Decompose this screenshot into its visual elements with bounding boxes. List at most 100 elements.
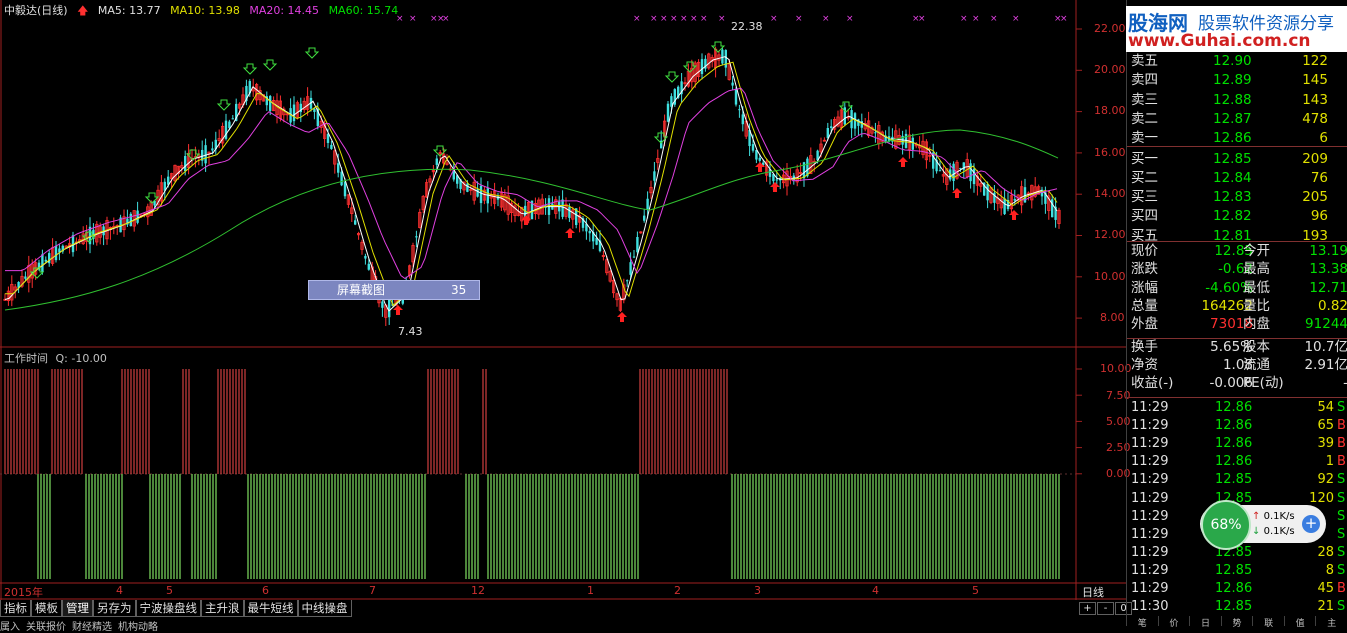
- tab-template[interactable]: 模板: [31, 600, 62, 617]
- tick-row: 11:29 12.86 1 B: [1127, 453, 1347, 471]
- price-axis-label: 14.00: [1094, 187, 1126, 200]
- tick-direction: S: [1337, 562, 1346, 578]
- candle-body: [269, 96, 272, 111]
- candle-body: [643, 215, 646, 221]
- candle-body: [959, 167, 962, 169]
- tick-time: 11:29: [1131, 472, 1169, 488]
- indicator-header: 工作时间 Q: -10.00: [4, 350, 107, 366]
- tab-short-line[interactable]: 最牛短线: [243, 600, 298, 617]
- tick-volume: 54: [1317, 400, 1334, 415]
- site-logo: 股海网 股票软件资源分享 www.Guhai.com.cn: [1126, 6, 1347, 52]
- tick-direction: S: [1337, 490, 1346, 506]
- tick-volume: 21: [1317, 599, 1334, 615]
- candle-body: [721, 49, 724, 64]
- tick-direction: B: [1337, 581, 1346, 596]
- indicator-tabs: 指标 模板 管理 另存为 宁波操盘线 主升浪 最牛短线 中线操盘: [0, 600, 352, 617]
- order-volume: 143: [1302, 91, 1328, 108]
- date-label: 1: [587, 584, 594, 597]
- zoom-out-button[interactable]: -: [1097, 602, 1114, 615]
- memory-percent[interactable]: 68%: [1201, 500, 1251, 550]
- candle-body: [758, 157, 761, 161]
- subtab-item[interactable]: 关联报价: [26, 618, 66, 633]
- tick-direction: S: [1337, 526, 1346, 542]
- indicator-title: 工作时间: [4, 352, 48, 365]
- arrow-up-icon: 🡅: [77, 4, 89, 17]
- tick-time: 11:29: [1131, 562, 1169, 578]
- order-level: 买二: [1131, 169, 1158, 186]
- order-volume: 96: [1310, 208, 1328, 225]
- candle-body: [632, 256, 636, 258]
- tick-time: 11:29: [1131, 508, 1169, 524]
- panel-footer-tab[interactable]: 联: [1253, 616, 1285, 629]
- subtab-item[interactable]: 财经精选: [72, 618, 112, 633]
- period-label[interactable]: 日线: [1082, 584, 1104, 600]
- tick-volume: 92: [1317, 472, 1334, 488]
- quote-row: 净资 1.08 流通 2.91亿: [1127, 356, 1347, 375]
- quote-row: 外盘 73018 内盘 91244: [1127, 315, 1347, 334]
- panel-footer-tab[interactable]: 值: [1285, 616, 1317, 629]
- zoom-in-button[interactable]: +: [1079, 602, 1096, 615]
- candle-body: [54, 245, 58, 261]
- candle-body: [24, 276, 27, 279]
- date-label: 3: [754, 584, 761, 597]
- quote-label: 最低: [1243, 279, 1270, 296]
- tick-price: 12.86: [1215, 400, 1253, 415]
- screenshot-overlay[interactable]: 屏幕截图 35: [308, 280, 480, 300]
- candle-body: [476, 189, 479, 197]
- panel-footer-tab[interactable]: 日: [1190, 616, 1222, 629]
- plus-icon[interactable]: +: [1302, 515, 1320, 533]
- tick-time: 11:29: [1131, 418, 1169, 434]
- tick-direction: S: [1337, 599, 1346, 615]
- order-price: 12.82: [1213, 208, 1252, 225]
- signal-marker: ×: [690, 14, 698, 24]
- panel-footer-tab[interactable]: 主: [1316, 616, 1347, 629]
- download-speed: ↓ 0.1K/s: [1252, 526, 1295, 537]
- order-price: 12.83: [1213, 189, 1252, 206]
- subtab-item[interactable]: 属入: [0, 618, 20, 633]
- overlay-label: 屏幕截图: [337, 283, 386, 297]
- order-price: 12.89: [1213, 72, 1252, 89]
- stock-title: 中毅达(日线): [4, 4, 68, 17]
- quote-label: 流通: [1243, 356, 1270, 373]
- panel-footer-tab[interactable]: 笔: [1127, 616, 1159, 629]
- candle-body: [211, 148, 214, 151]
- candle-body: [734, 88, 738, 105]
- signal-marker: ×: [960, 14, 968, 24]
- sell-signal-icon: [770, 182, 780, 192]
- sell-signal-icon: [617, 312, 627, 322]
- tick-time: 11:29: [1131, 490, 1169, 506]
- high-annotation: 22.38: [731, 20, 763, 33]
- order-book-row: 卖五 12.90 122: [1127, 52, 1347, 71]
- order-book-row: 卖四 12.89 145: [1127, 71, 1347, 90]
- order-volume: 76: [1310, 169, 1328, 186]
- price-axis-label: 8.00: [1100, 311, 1125, 324]
- quote-label: 最高: [1243, 261, 1270, 278]
- quote-value: 91244: [1305, 316, 1347, 333]
- candle-body: [874, 132, 877, 134]
- signal-marker: ×: [918, 14, 926, 24]
- tab-indicator[interactable]: 指标: [0, 600, 31, 617]
- order-volume: 122: [1302, 53, 1328, 69]
- quote-value: 12.71: [1309, 279, 1347, 296]
- quote-value: 13.38: [1309, 261, 1347, 278]
- tab-main-rise[interactable]: 主升浪: [201, 600, 244, 617]
- tab-save-as[interactable]: 另存为: [93, 600, 136, 617]
- tick-volume: 1: [1325, 454, 1334, 470]
- candle-body: [364, 255, 367, 259]
- quote-value: -: [1287, 374, 1347, 393]
- quote-value: 0.82: [1317, 297, 1347, 314]
- subtab-item[interactable]: 机构动略: [118, 618, 158, 633]
- tab-ningbo[interactable]: 宁波操盘线: [135, 600, 201, 617]
- tick-price: 12.86: [1215, 418, 1253, 434]
- kline-chart[interactable]: × × × ×× × × × × × × × × × × × × ×× × × × × ××: [0, 0, 1126, 626]
- quote-value: 2.91亿: [1304, 356, 1347, 373]
- panel-footer-tab[interactable]: 价: [1159, 616, 1191, 629]
- order-price: 12.85: [1213, 150, 1252, 167]
- panel-footer-tab[interactable]: 势: [1222, 616, 1254, 629]
- tab-mid-line[interactable]: 中线操盘: [297, 600, 352, 617]
- tick-row: 11:30 12.85 21 S: [1127, 598, 1347, 616]
- quote-label: 涨幅: [1131, 279, 1158, 296]
- tab-manage[interactable]: 管理: [62, 600, 93, 617]
- candle-body: [479, 185, 483, 204]
- candle-body: [381, 301, 384, 308]
